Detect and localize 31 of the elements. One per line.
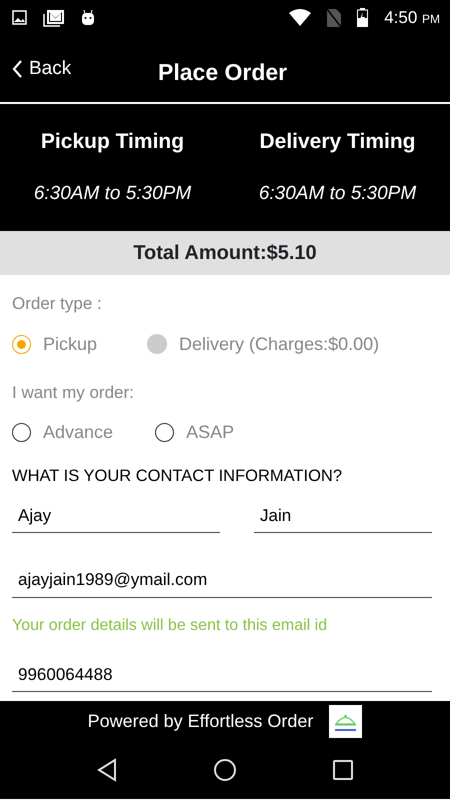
email-hint: Your order details will be sent to this email id xyxy=(12,616,328,636)
timing-title: Pickup Timing xyxy=(40,129,184,155)
total-amount: Total Amount:$5.10 xyxy=(133,241,317,266)
no-sim-icon xyxy=(327,8,342,26)
powered-by-text: Powered by Effortless Order xyxy=(88,710,314,733)
section-label: Order type : xyxy=(12,293,103,315)
page-title: Place Order xyxy=(158,58,288,87)
image-icon xyxy=(12,10,27,25)
recents-nav-icon[interactable] xyxy=(332,759,354,781)
radio-option[interactable]: ASAP xyxy=(155,419,234,446)
timing-title: Delivery Timing xyxy=(259,129,416,155)
battery-icon xyxy=(357,8,368,27)
android-icon xyxy=(81,10,95,26)
section-label: I want my order: xyxy=(12,382,135,404)
cloche-logo-icon xyxy=(329,704,362,738)
section-heading: WHAT IS YOUR CONTACT INFORMATION? xyxy=(12,466,344,487)
radio-option[interactable]: Pickup xyxy=(12,330,98,358)
last-name-field[interactable]: Jain xyxy=(254,498,432,534)
radio-option[interactable]: Advance xyxy=(12,419,114,446)
chevron-left-icon xyxy=(12,59,23,80)
email-field[interactable]: ajayjain1989@ymail.com xyxy=(12,563,432,598)
status-time: 4:50 PM xyxy=(384,6,440,29)
first-name-field[interactable]: Ajay xyxy=(12,498,220,534)
home-nav-icon[interactable] xyxy=(212,758,237,782)
back-nav-icon[interactable] xyxy=(96,758,118,782)
wifi-icon xyxy=(289,9,312,26)
back-button[interactable]: Back xyxy=(12,55,72,84)
phone-field[interactable]: 9960064488 xyxy=(12,658,432,692)
timing-hours: 6:30AM to 5:30PM xyxy=(258,182,416,206)
mail-icon xyxy=(43,8,65,26)
timing-hours: 6:30AM to 5:30PM xyxy=(34,182,192,206)
